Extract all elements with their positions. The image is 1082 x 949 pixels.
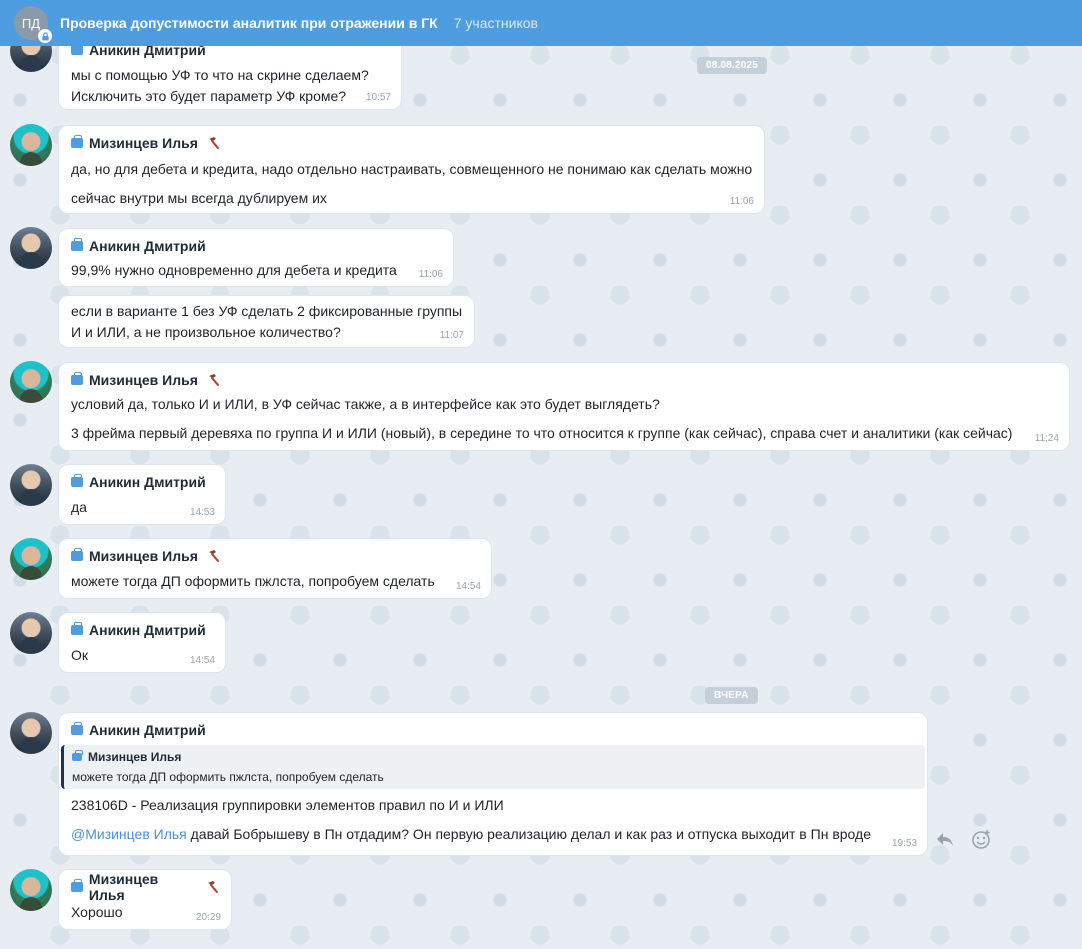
message-bubble[interactable]: Аникин Дмитрий Мизинцев Илья можете тогд… (58, 712, 928, 856)
message-bubble[interactable]: Мизинцев Илья условий да, только И и ИЛИ… (58, 362, 1070, 451)
message-sender[interactable]: Мизинцев Илья (71, 547, 479, 565)
sender-name: Мизинцев Илья (89, 135, 198, 151)
avatar[interactable] (10, 538, 52, 580)
message-text: сейчас внутри мы всегда дублируем их (71, 190, 327, 206)
message-sender[interactable]: Аникин Дмитрий (71, 237, 441, 255)
avatar[interactable] (10, 227, 52, 269)
message-time: 11:07 (439, 330, 464, 341)
message-bubble[interactable]: Аникин Дмитрий 99,9% нужно одновременно … (58, 228, 454, 287)
briefcase-icon (71, 879, 83, 892)
avatar[interactable] (10, 712, 52, 754)
date-separator: 08.08.2025 (697, 57, 768, 74)
chat-avatar[interactable]: ПД (14, 6, 52, 43)
briefcase-icon (71, 372, 83, 385)
avatar[interactable] (10, 361, 52, 403)
message-time: 14:54 (189, 655, 215, 666)
message-list[interactable]: 08.08.2025 Аникин Дмитрий мы с помощью У… (0, 0, 1082, 949)
message-text-rest: давай Бобрышеву в Пн отдадим? Он первую … (186, 826, 871, 842)
message-text: условий да, только И и ИЛИ, в УФ сейчас … (71, 396, 660, 412)
message-text: да, но для дебета и кредита, надо отдель… (71, 161, 753, 177)
message-sender[interactable]: Мизинцев Илья (71, 134, 752, 152)
briefcase-icon (71, 135, 83, 148)
sender-name: Аникин Дмитрий (89, 622, 206, 638)
avatar[interactable] (10, 464, 52, 506)
message-text: мы с помощью УФ то что на скрине сделаем… (71, 67, 369, 83)
reply-icon[interactable] (934, 828, 956, 850)
message-sender[interactable]: Аникин Дмитрий (71, 473, 213, 491)
chat-avatar-initials: ПД (21, 15, 41, 31)
avatar[interactable] (10, 869, 52, 911)
message-time: 20:29 (195, 912, 221, 923)
avatar[interactable] (10, 612, 52, 654)
hammer-icon (208, 374, 219, 386)
members-count[interactable]: 7 участников (454, 15, 538, 31)
message-time: 14:53 (189, 507, 215, 518)
quote-sender-name: Мизинцев Илья (88, 750, 182, 764)
add-reaction-icon[interactable] (970, 828, 992, 850)
chat-header[interactable]: ПД Проверка допустимости аналитик при от… (0, 0, 1082, 46)
message-text: 238106D - Реализация группировки элемент… (71, 797, 504, 813)
sender-name: Аникин Дмитрий (89, 722, 206, 738)
message-sender[interactable]: Мизинцев Илья (71, 371, 1057, 389)
sender-name: Мизинцев Илья (89, 372, 198, 388)
message-time: 10:57 (365, 92, 391, 103)
message-time: 11:24 (1034, 433, 1059, 444)
message-text: И и ИЛИ, а не произвольное количество? (71, 324, 341, 340)
user-mention[interactable]: @Мизинцев Илья (71, 826, 187, 842)
message-sender[interactable]: Аникин Дмитрий (71, 621, 213, 639)
message-time: 11:06 (729, 196, 754, 207)
message-time: 19:53 (891, 838, 917, 849)
briefcase-icon (71, 622, 83, 635)
briefcase-icon (71, 474, 83, 487)
briefcase-icon (72, 750, 83, 761)
message-sender[interactable]: Аникин Дмитрий (71, 721, 915, 739)
message-time: 11:06 (418, 269, 443, 280)
message-bubble[interactable]: Мизинцев Илья можете тогда ДП оформить п… (58, 538, 492, 599)
hammer-icon (208, 550, 219, 562)
chat-title[interactable]: Проверка допустимости аналитик при отраж… (60, 15, 438, 31)
briefcase-icon (71, 238, 83, 251)
sender-name: Мизинцев Илья (89, 548, 198, 564)
reply-quote[interactable]: Мизинцев Илья можете тогда ДП оформить п… (61, 745, 925, 789)
briefcase-icon (71, 42, 83, 55)
message-bubble[interactable]: Мизинцев Илья Хорошо 20:29 (58, 869, 232, 930)
message-bubble[interactable]: Аникин Дмитрий да 14:53 (58, 464, 226, 525)
message-bubble[interactable]: если в варианте 1 без УФ сделать 2 фикси… (58, 295, 475, 348)
message-bubble[interactable]: Аникин Дмитрий Ок 14:54 (58, 612, 226, 673)
briefcase-icon (71, 548, 83, 561)
hammer-icon (208, 881, 219, 893)
message-bubble[interactable]: Мизинцев Илья да, но для дебета и кредит… (58, 125, 765, 214)
message-text: если в варианте 1 без УФ сделать 2 фикси… (71, 303, 463, 319)
date-separator: ВЧЕРА (705, 687, 758, 704)
message-sender[interactable]: Мизинцев Илья (71, 871, 219, 903)
briefcase-icon (71, 722, 83, 735)
avatar[interactable] (10, 124, 52, 166)
message-text: 99,9% нужно одновременно для дебета и кр… (71, 262, 397, 278)
lock-icon (38, 29, 52, 43)
sender-name: Мизинцев Илья (88, 871, 159, 903)
sender-name: Аникин Дмитрий (89, 474, 206, 490)
message-text: можете тогда ДП оформить пжлста, попробу… (71, 573, 435, 589)
message-time: 14:54 (455, 581, 481, 592)
sender-name: Аникин Дмитрий (89, 238, 206, 254)
hammer-icon (208, 137, 219, 149)
message-text: Исключить это будет параметр УФ кроме? (71, 88, 347, 104)
message-text: @Мизинцев Илья давай Бобрышеву в Пн отда… (71, 824, 915, 845)
message-text: 3 фрейма первый деревяха по группа И и И… (71, 425, 1013, 441)
quote-text: можете тогда ДП оформить пжлста, попробу… (72, 770, 384, 784)
